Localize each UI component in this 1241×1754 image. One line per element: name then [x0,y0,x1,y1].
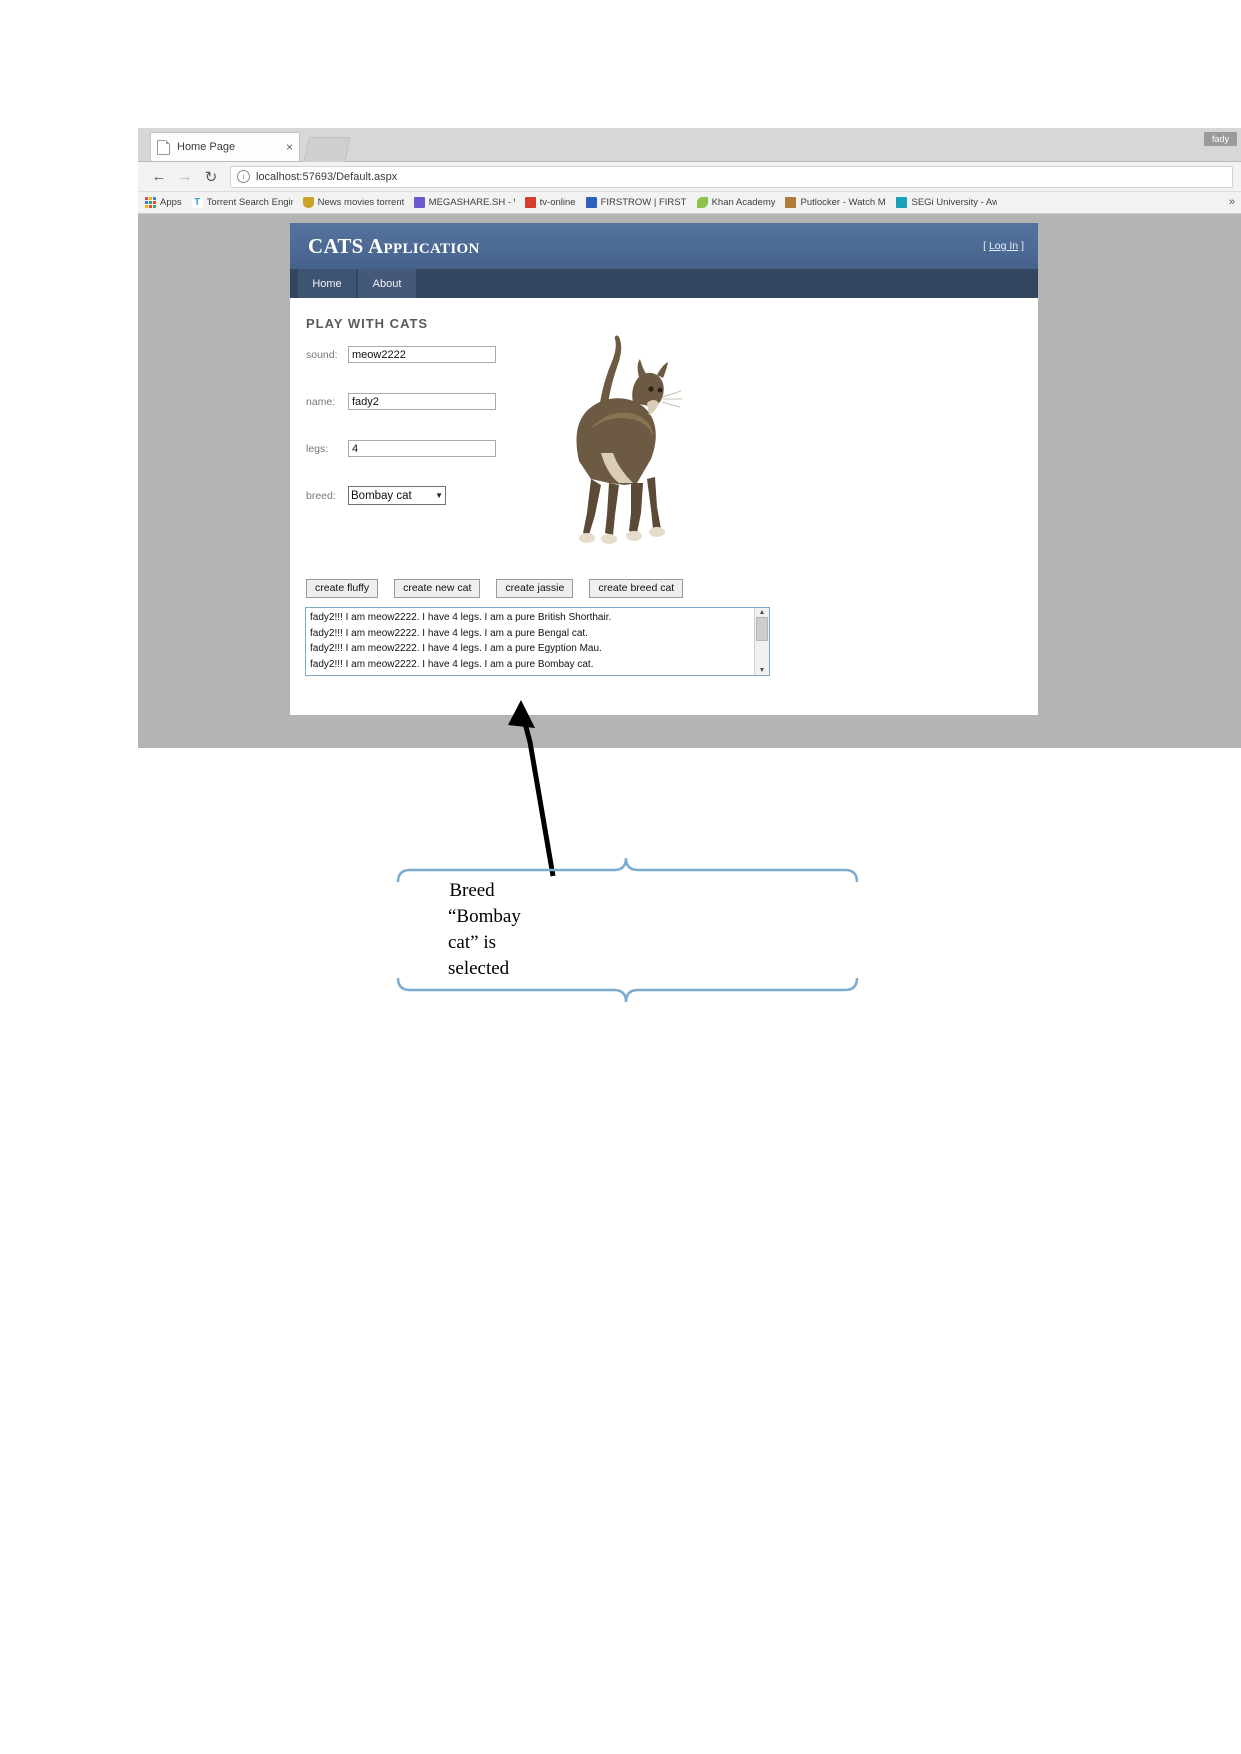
scroll-down-icon[interactable]: ▼ [759,666,766,675]
site-header: CATS Application [ Log In ] [290,223,1038,269]
bookmark-label: MEGASHARE.SH - Wa [428,197,515,208]
cats-application-page: CATS Application [ Log In ] Home About P… [290,223,1038,715]
breed-select[interactable]: Bombay cat ▼ [348,486,446,505]
login-link-wrapper: [ Log In ] [983,240,1024,252]
browser-tab-home-page[interactable]: Home Page × [150,132,300,161]
sound-input[interactable] [348,346,496,363]
output-scrollbar[interactable]: ▲ ▼ [754,608,769,675]
bookmark-megashare[interactable]: MEGASHARE.SH - Wa [413,197,515,208]
bookmark-apps[interactable]: Apps [145,197,182,208]
leaf-icon [696,197,708,208]
output-line: fady2!!! I am meow2222. I have 4 legs. I… [310,643,602,654]
output-textarea[interactable]: fady2!!! I am meow2222. I have 4 legs. I… [305,607,770,676]
page-title: CATS Application [308,234,480,258]
chevron-down-icon: ▼ [435,491,443,500]
apps-grid-icon [145,197,156,208]
create-new-cat-button[interactable]: create new cat [394,579,481,598]
torrent-icon: T [191,197,203,208]
address-bar[interactable]: i localhost:57693/Default.aspx [230,165,1233,188]
action-buttons: create fluffy create new cat create jass… [306,579,699,598]
bookmark-label: SEGi University - Awa [911,197,998,208]
section-heading: PLAY WITH CATS [306,316,429,331]
site-info-icon[interactable]: i [237,170,250,183]
bookmark-firstrow[interactable]: FIRSTROW | FIRSTRO [585,197,687,208]
create-breed-cat-button[interactable]: create breed cat [589,579,684,598]
output-lines: fady2!!! I am meow2222. I have 4 legs. I… [306,608,754,675]
create-jassie-button[interactable]: create jassie [496,579,574,598]
output-line: fady2!!! I am meow2222. I have 4 legs. I… [310,612,612,623]
close-icon[interactable]: × [286,140,293,154]
bracket-close: ] [1018,240,1024,252]
bookmark-label: Putlocker - Watch Mo [800,197,887,208]
film-icon [413,197,425,208]
bookmark-label: Khan Academy [711,197,776,208]
bookmark-torrent-search-engine[interactable]: T Torrent Search Engine [191,197,293,208]
page-content: PLAY WITH CATS sound: name: legs: breed: [290,298,1038,715]
breed-selected-value: Bombay cat [351,489,412,502]
name-input[interactable] [348,393,496,410]
reel-icon [785,197,797,208]
field-row-legs: legs: [306,440,496,457]
output-line: fady2!!! I am meow2222. I have 4 legs. I… [310,627,588,639]
create-fluffy-button[interactable]: create fluffy [306,579,379,598]
bookmarks-bar: Apps T Torrent Search Engine News movies… [138,192,1241,214]
tv-icon [524,197,536,208]
site-nav: Home About [290,269,1038,298]
bookmarks-overflow-icon[interactable]: » [1229,196,1235,208]
nav-tab-home[interactable]: Home [298,269,356,298]
bookmark-khan-academy[interactable]: Khan Academy [696,197,776,208]
legs-input[interactable] [348,440,496,457]
bookmark-tv-online[interactable]: tv-online [524,197,576,208]
shield-icon [302,197,314,208]
legs-label: legs: [306,442,329,455]
scroll-up-icon[interactable]: ▲ [759,608,766,617]
browser-toolbar: ← → ↻ i localhost:57693/Default.aspx [138,162,1241,192]
sports-icon [585,197,597,208]
tab-strip: Home Page × fady [138,128,1241,162]
field-row-breed: breed: Bombay cat ▼ [306,486,446,505]
field-row-name: name: [306,393,496,410]
output-line: fady2!!! I am meow2222. I have 4 legs. I… [310,658,594,670]
bookmark-putlocker[interactable]: Putlocker - Watch Mo [785,197,886,208]
page-icon [157,139,170,155]
page-viewport: CATS Application [ Log In ] Home About P… [138,214,1241,748]
field-row-sound: sound: [306,346,496,363]
breed-label: breed: [306,489,336,502]
reload-icon[interactable]: ↻ [198,166,224,188]
browser-window: Home Page × fady ← → ↻ i localhost:57693… [138,128,1241,748]
scrollbar-thumb[interactable] [756,617,768,641]
bookmark-label: tv-online [539,197,576,208]
bookmark-label: News movies torrents [317,197,404,208]
sound-label: sound: [306,348,338,361]
annotation-text: Breed “Bombay cat” is selected [448,880,521,979]
nav-tab-about[interactable]: About [358,269,416,298]
bookmark-label: FIRSTROW | FIRSTRO [600,197,687,208]
bookmark-news-movies-torrents[interactable]: News movies torrents [302,197,404,208]
new-tab-button[interactable] [303,137,351,162]
back-icon[interactable]: ← [146,166,172,188]
tab-title: Home Page [177,141,236,153]
bookmark-label: Apps [160,197,182,208]
address-bar-url: localhost:57693/Default.aspx [256,170,398,183]
log-in-link[interactable]: Log In [989,240,1018,252]
window-user-badge: fady [1203,132,1237,146]
forward-icon[interactable]: → [172,166,198,188]
bookmark-segi-university[interactable]: SEGi University - Awa [896,197,997,208]
segi-icon [896,197,908,208]
name-label: name: [306,395,336,408]
cat-photo [576,335,682,544]
bookmark-label: Torrent Search Engine [206,197,293,208]
